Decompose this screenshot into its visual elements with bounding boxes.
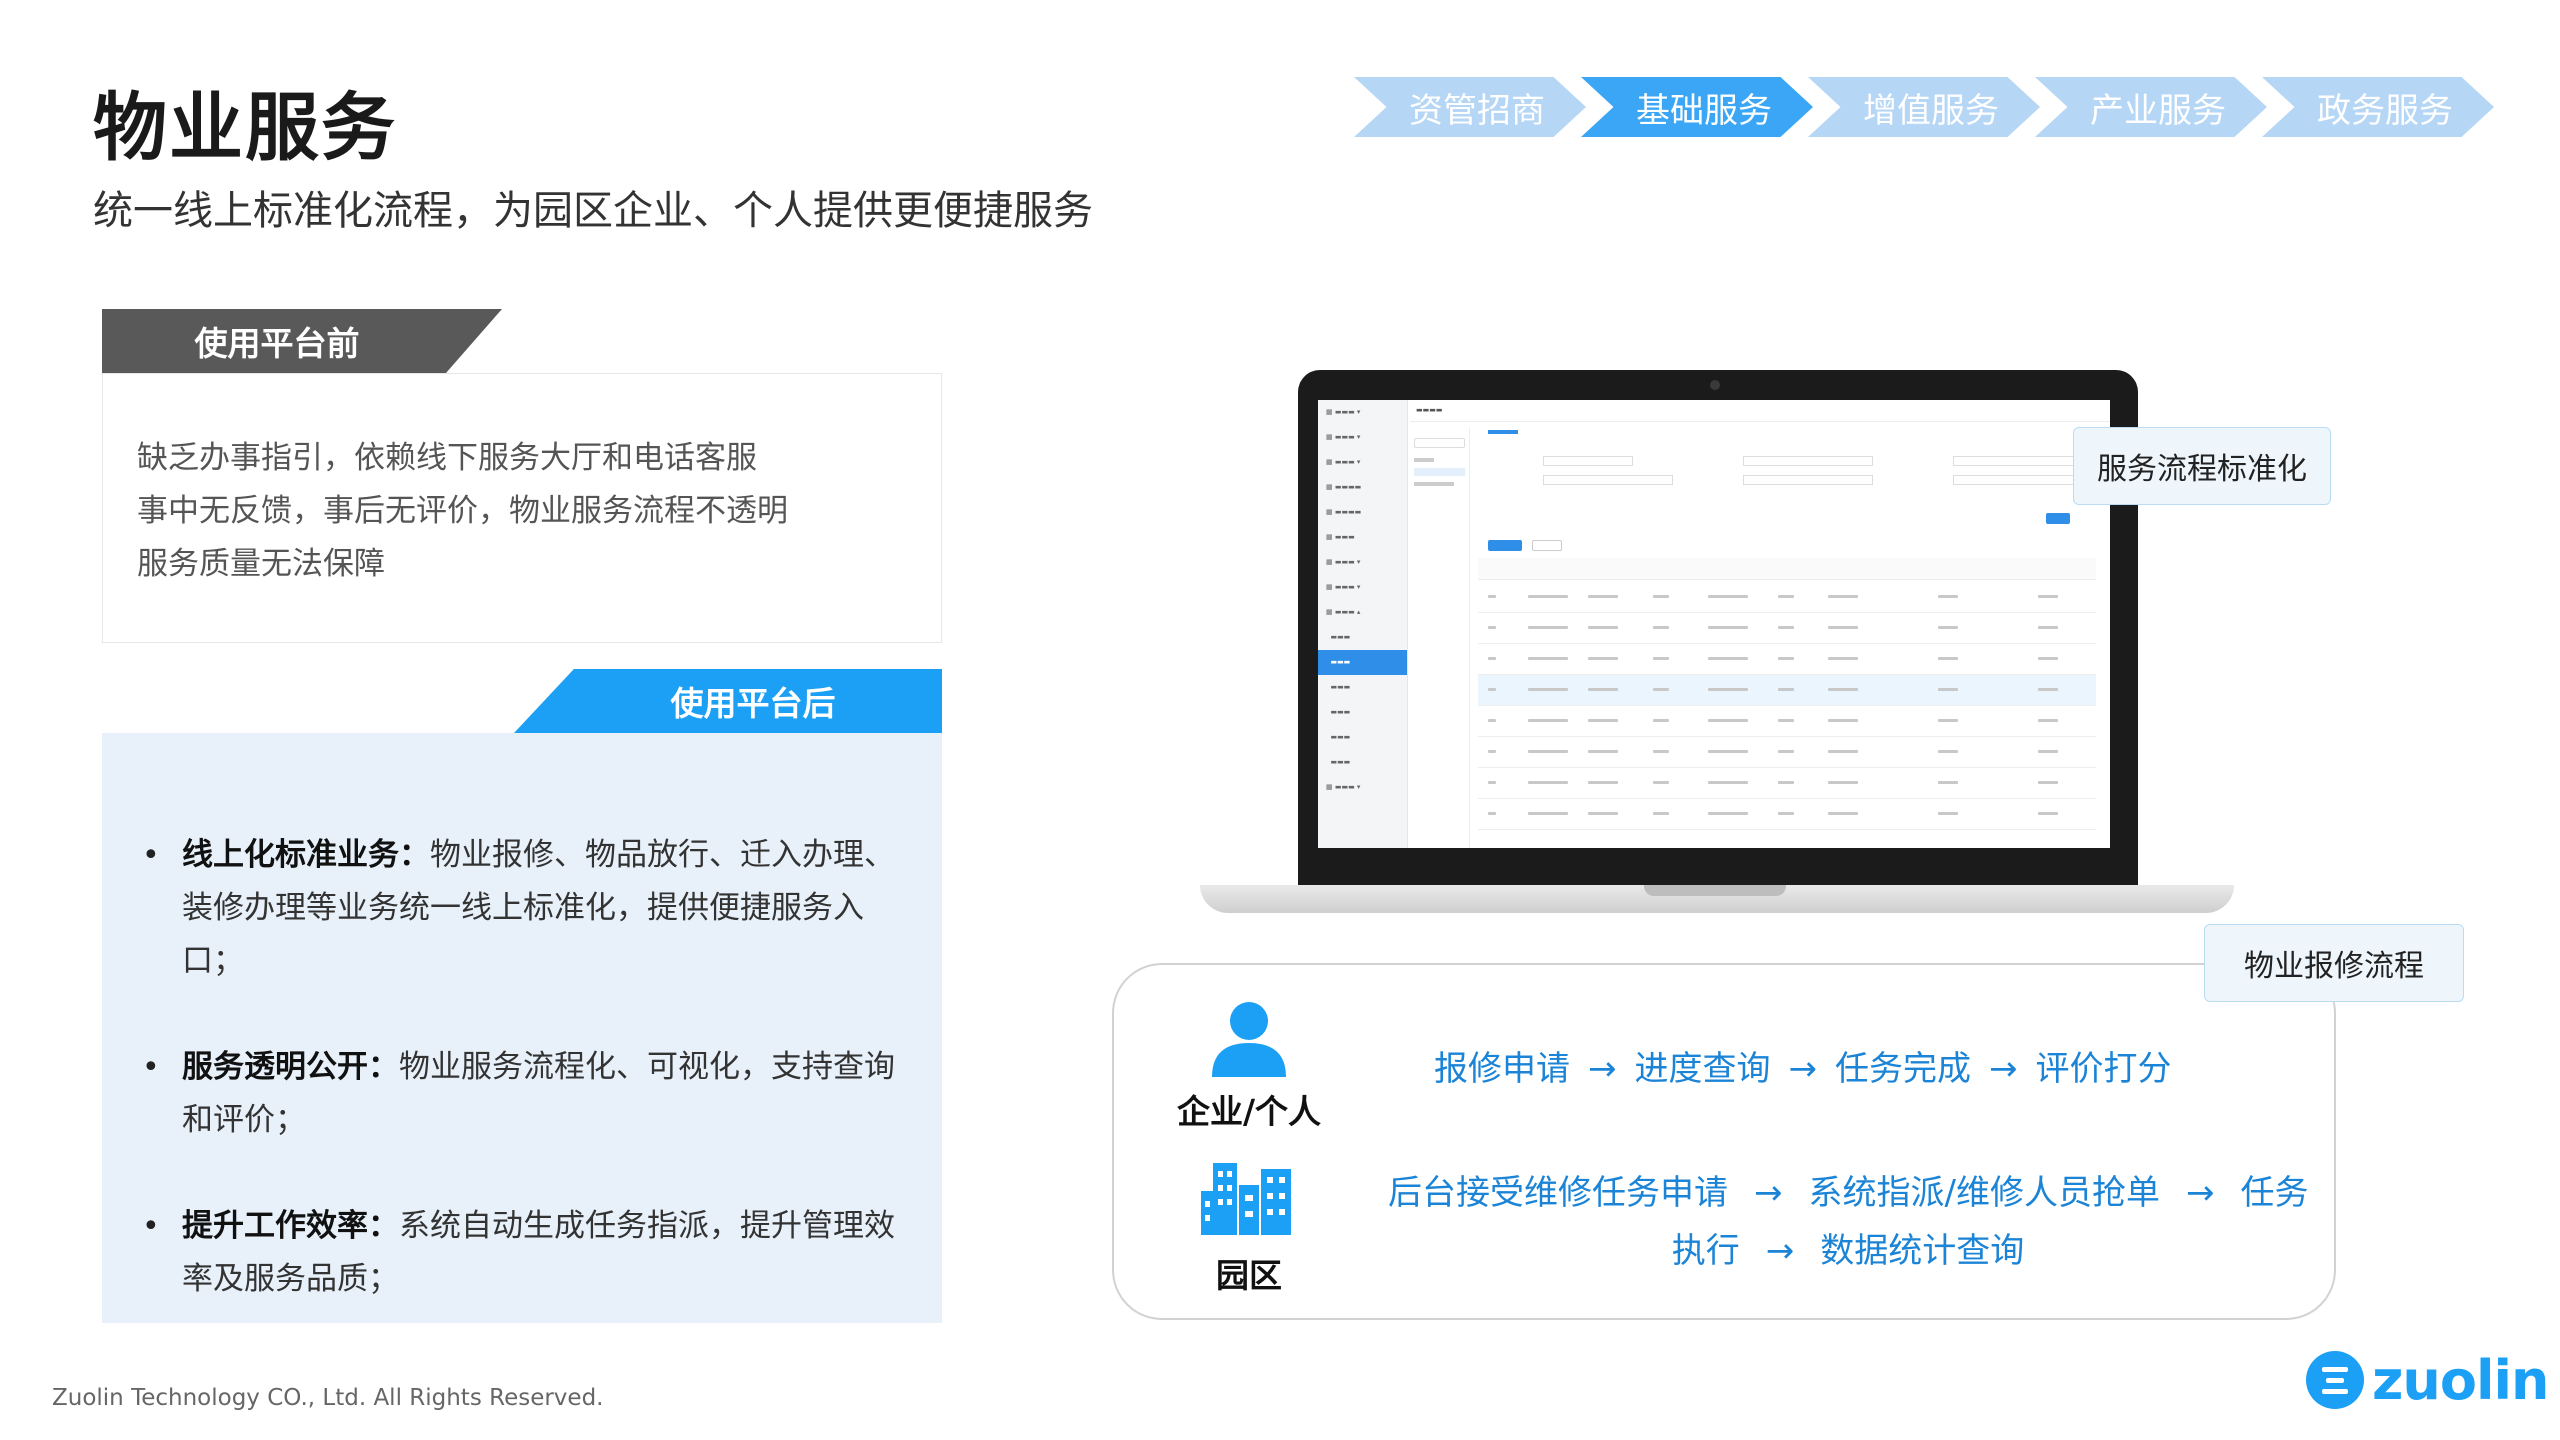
benefit-item: 提升工作效率：系统自动生成任务指派，提升管理效率及服务品质； bbox=[142, 1200, 902, 1306]
mini-table-row bbox=[1478, 675, 2096, 706]
mini-sidebar-item: ▦ ▬▬▬ bbox=[1326, 533, 1355, 541]
building-icon bbox=[1199, 1155, 1299, 1235]
service-nav: 资管招商 基础服务 增值服务 产业服务 政务服务 bbox=[1354, 77, 2494, 137]
arrow-right-icon: → bbox=[1989, 1049, 2018, 1089]
process-standardization-tag: 服务流程标准化 bbox=[2073, 427, 2331, 505]
flow-step: 数据统计查询 bbox=[1820, 1231, 2025, 1271]
arrow-right-icon: → bbox=[1588, 1049, 1617, 1089]
mini-table-header bbox=[1478, 558, 2096, 580]
mini-sidebar-item: ▬▬▬ bbox=[1326, 683, 1351, 691]
flow-step: 执行 bbox=[1671, 1231, 1740, 1271]
mini-table-row bbox=[1478, 644, 2096, 675]
mini-sidebar-item: ▬▬▬ bbox=[1326, 633, 1351, 641]
before-platform-tab: 使用平台前 bbox=[102, 309, 502, 373]
flow-step: 报修申请 bbox=[1434, 1049, 1570, 1089]
camera-icon bbox=[1710, 380, 1720, 390]
mini-query-button bbox=[2046, 513, 2070, 524]
repair-flow-box: 企业/个人 园区 报修申请 → 进度查询 → 任务完成 → 评价打分 后台接受维修任务申请 →… bbox=[1112, 963, 2336, 1320]
arrow-right-icon: → bbox=[1765, 1231, 1795, 1271]
after-platform-tab: 使用平台后 bbox=[514, 669, 942, 733]
person-icon bbox=[1204, 995, 1294, 1085]
flow-step: 任务 bbox=[2240, 1173, 2309, 1213]
mini-sidebar-item: ▬▬▬ bbox=[1326, 708, 1351, 716]
mini-sidebar-item: ▦ ▬▬▬ ▴ bbox=[1326, 608, 1361, 616]
mini-header: ▬▬▬▬ bbox=[1410, 400, 2110, 422]
mini-action-button bbox=[1488, 540, 1522, 551]
benefit-heading: 线上化标准业务： bbox=[182, 837, 430, 873]
mini-filter-row bbox=[1483, 450, 2103, 478]
arrow-right-icon: → bbox=[2185, 1173, 2215, 1213]
benefit-item: 服务透明公开：物业服务流程化、可视化，支持查询和评价； bbox=[142, 1041, 902, 1147]
laptop-notch bbox=[1644, 885, 1786, 896]
mini-sidebar-item: ▬▬▬ bbox=[1326, 733, 1351, 741]
arrow-right-icon: → bbox=[1754, 1173, 1783, 1213]
mini-table-row bbox=[1478, 582, 2096, 613]
person-label: 企业/个人 bbox=[1176, 1092, 1322, 1131]
laptop-screen: ▦ ▬▬▬ ▾ ▦ ▬▬▬ ▾ ▦ ▬▬▬ ▾ ▦ ▬▬▬▬ ▦ ▬▬▬▬ ▦ … bbox=[1318, 400, 2110, 848]
mini-sidebar-item-active: ▬▬▬ bbox=[1318, 650, 1407, 675]
nav-item-government-services[interactable]: 政务服务 bbox=[2262, 77, 2494, 137]
mini-table-row bbox=[1478, 613, 2096, 644]
park-label: 园区 bbox=[1216, 1256, 1282, 1295]
arrow-right-icon: → bbox=[1788, 1049, 1818, 1089]
mini-table-row bbox=[1478, 737, 2096, 768]
flow-step: 进度查询 bbox=[1634, 1049, 1771, 1089]
mini-export-button bbox=[1532, 540, 1562, 551]
mini-sidebar-item: ▦ ▬▬▬ ▾ bbox=[1326, 783, 1361, 791]
mini-sidebar-item: ▦ ▬▬▬ ▾ bbox=[1326, 583, 1361, 591]
flow-step: 后台接受维修任务申请 bbox=[1388, 1173, 1728, 1213]
before-line: 事中无反馈，事后无评价，物业服务流程不透明 bbox=[137, 493, 788, 529]
logo-text: zuolin bbox=[2372, 1348, 2549, 1412]
mini-sidebar-item: ▦ ▬▬▬▬ bbox=[1326, 508, 1362, 516]
benefit-heading: 提升工作效率： bbox=[182, 1208, 399, 1244]
before-line: 服务质量无法保障 bbox=[137, 546, 385, 582]
page-subtitle: 统一线上标准化流程，为园区企业、个人提供更便捷服务 bbox=[93, 188, 1093, 234]
mini-filter-row bbox=[1483, 475, 2103, 503]
before-line: 缺乏办事指引，依赖线下服务大厅和电话客服 bbox=[137, 440, 757, 476]
before-platform-box: 缺乏办事指引，依赖线下服务大厅和电话客服 事中无反馈，事后无评价，物业服务流程不… bbox=[102, 373, 942, 643]
flow-step: 系统指派/维修人员抢单 bbox=[1808, 1173, 2160, 1213]
mini-sidebar-item: ▦ ▬▬▬▬ bbox=[1326, 483, 1362, 491]
benefit-item: 线上化标准业务：物业报修、物品放行、迁入办理、装修办理等业务统一线上标准化，提供… bbox=[142, 829, 902, 988]
park-flow-steps-line1: 后台接受维修任务申请 → 系统指派/维修人员抢单 → 任务 bbox=[1388, 1165, 2308, 1214]
person-flow-steps: 报修申请 → 进度查询 → 任务完成 → 评价打分 bbox=[1434, 1041, 2172, 1090]
mini-sidebar-item: ▦ ▬▬▬ ▾ bbox=[1326, 408, 1361, 416]
mini-table-row bbox=[1478, 706, 2096, 737]
mini-sidebar-item: ▦ ▬▬▬ ▾ bbox=[1326, 558, 1361, 566]
mini-table-row bbox=[1478, 799, 2096, 830]
flow-step: 任务完成 bbox=[1835, 1049, 1971, 1089]
nav-item-value-added-services[interactable]: 增值服务 bbox=[1808, 77, 2040, 137]
nav-item-asset-management[interactable]: 资管招商 bbox=[1354, 77, 1586, 137]
mini-sidebar: ▦ ▬▬▬ ▾ ▦ ▬▬▬ ▾ ▦ ▬▬▬ ▾ ▦ ▬▬▬▬ ▦ ▬▬▬▬ ▦ … bbox=[1318, 400, 1408, 848]
after-platform-box: 线上化标准业务：物业报修、物品放行、迁入办理、装修办理等业务统一线上标准化，提供… bbox=[102, 733, 942, 1323]
zuolin-logo: zuolin bbox=[2306, 1348, 2549, 1412]
flow-step: 评价打分 bbox=[2035, 1049, 2172, 1089]
mini-sidebar-item: ▦ ▬▬▬ ▾ bbox=[1326, 458, 1361, 466]
copyright-footer: Zuolin Technology CO., Ltd. All Rights R… bbox=[52, 1385, 604, 1411]
mini-tab-active bbox=[1488, 430, 1518, 434]
logo-mark-icon bbox=[2306, 1351, 2364, 1409]
repair-flow-tag: 物业报修流程 bbox=[2204, 924, 2464, 1002]
nav-item-basic-services[interactable]: 基础服务 bbox=[1581, 77, 1813, 137]
mini-sidebar-item: ▬▬▬ bbox=[1326, 758, 1351, 766]
benefit-heading: 服务透明公开： bbox=[182, 1049, 399, 1085]
mini-subnav bbox=[1410, 428, 1470, 848]
nav-item-industry-services[interactable]: 产业服务 bbox=[2035, 77, 2267, 137]
park-flow-steps-line2: 执行 → 数据统计查询 bbox=[1388, 1223, 2308, 1272]
mini-table-row bbox=[1478, 768, 2096, 799]
page-title: 物业服务 bbox=[93, 85, 397, 171]
mini-sidebar-item: ▦ ▬▬▬ ▾ bbox=[1326, 433, 1361, 441]
